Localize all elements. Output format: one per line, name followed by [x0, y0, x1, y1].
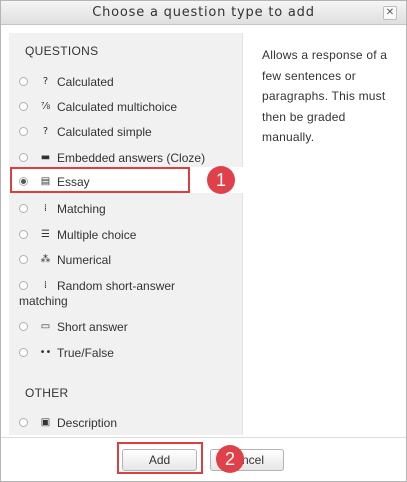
option-label: Calculated — [57, 75, 114, 89]
radio-calculated-simple[interactable] — [19, 127, 28, 136]
dialog-footer: Add ncel — [1, 437, 406, 481]
option-label: Description — [57, 416, 118, 430]
radio-cloze[interactable] — [19, 153, 28, 162]
radio-matching[interactable] — [19, 204, 28, 213]
cloze-icon: ▬ — [40, 152, 51, 163]
radio-description[interactable] — [19, 418, 28, 427]
question-type-list: QUESTIONS ? Calculated ⅞ Calculated mult… — [9, 33, 243, 435]
multiple-choice-icon: ☰ — [41, 229, 50, 240]
dialog-title: Choose a question type to add — [92, 5, 315, 20]
question-type-description: Allows a response of a few sentences or … — [262, 48, 388, 144]
calculated-simple-icon: ? — [42, 126, 49, 137]
option-label: Matching — [57, 202, 106, 216]
question-type-dialog: Choose a question type to add ✕ QUESTION… — [0, 0, 407, 482]
step-marker-1: 1 — [207, 166, 235, 194]
short-answer-icon: ▭ — [40, 321, 51, 332]
option-label: Multiple choice — [57, 228, 137, 242]
option-label-continued: matching — [19, 294, 68, 308]
radio-short-answer[interactable] — [19, 322, 28, 331]
description-icon: ▣ — [40, 417, 51, 428]
radio-true-false[interactable] — [19, 348, 28, 357]
calculated-icon: ? — [42, 76, 49, 87]
option-label: Embedded answers (Cloze) — [57, 151, 206, 165]
section-heading-other: OTHER — [25, 386, 69, 400]
option-label: Numerical — [57, 253, 112, 267]
radio-multiple-choice[interactable] — [19, 230, 28, 239]
radio-numerical[interactable] — [19, 255, 28, 264]
calculated-multichoice-icon: ⅞ — [40, 101, 51, 112]
radio-calculated-multichoice[interactable] — [19, 102, 28, 111]
essay-highlight-box — [10, 167, 190, 193]
dialog-titlebar: Choose a question type to add ✕ — [1, 1, 406, 25]
section-heading-questions: QUESTIONS — [25, 44, 99, 58]
radio-random-short-answer[interactable] — [19, 281, 28, 290]
option-label: Short answer — [57, 320, 128, 334]
close-icon[interactable]: ✕ — [383, 6, 397, 20]
add-highlight-box — [117, 442, 203, 474]
option-label: Random short-answer — [57, 279, 176, 293]
description-panel: Allows a response of a few sentences or … — [244, 33, 399, 435]
matching-icon: ⁞ — [43, 203, 48, 214]
random-short-answer-icon: ⁞ — [43, 280, 48, 291]
option-random-short-answer[interactable]: ⁞ Random short-answer matching — [9, 279, 239, 309]
true-false-icon: •• — [39, 347, 52, 358]
option-label: Calculated simple — [57, 125, 152, 139]
numerical-icon: ⁂ — [40, 254, 51, 265]
option-label: Calculated multichoice — [57, 100, 178, 114]
option-label: True/False — [57, 346, 114, 360]
step-marker-2: 2 — [216, 445, 244, 473]
radio-calculated[interactable] — [19, 77, 28, 86]
